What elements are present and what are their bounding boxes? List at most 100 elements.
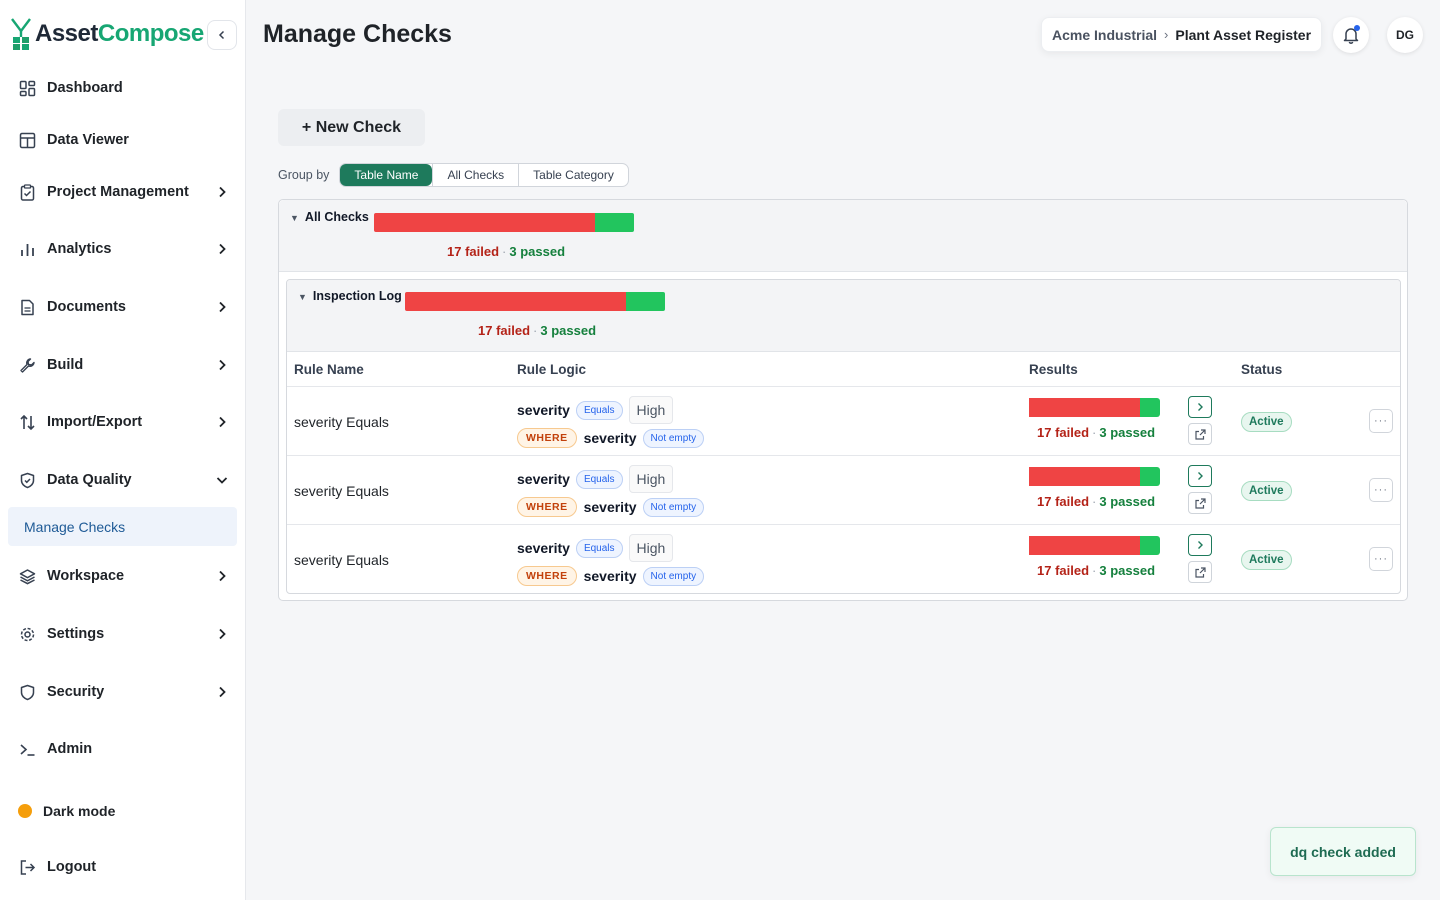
- sidebar-item-label: Project Management: [47, 184, 189, 200]
- chevron-right-icon: [219, 628, 226, 640]
- rule-name[interactable]: severity Equals: [294, 552, 389, 568]
- view-results-button[interactable]: [1188, 396, 1212, 418]
- group-title[interactable]: ▼ Inspection Log: [298, 289, 402, 303]
- failed-segment: [374, 213, 595, 232]
- group-header-all-checks[interactable]: ▼ All Checks 17 failed · 3 passed: [279, 200, 1407, 272]
- breadcrumb-org[interactable]: Acme Industrial: [1052, 27, 1157, 43]
- rule-name[interactable]: severity Equals: [294, 483, 389, 499]
- logo-text-part1: Asset: [35, 20, 98, 47]
- open-external-button[interactable]: [1188, 423, 1212, 445]
- status-badge: Active: [1241, 412, 1292, 432]
- app-logo[interactable]: AssetCompose: [10, 17, 204, 51]
- group-header-inspection-log[interactable]: ▼ Inspection Log 17 failed · 3 passed: [287, 280, 1400, 352]
- sidebar-item-label: Documents: [47, 299, 126, 315]
- where-operator-pill: Not empty: [642, 566, 705, 586]
- column-header-status[interactable]: Status: [1241, 362, 1282, 377]
- sidebar-item-settings[interactable]: Settings: [8, 615, 237, 653]
- sidebar-item-project-management[interactable]: Project Management: [8, 173, 237, 211]
- failed-segment: [1029, 398, 1141, 417]
- operator-pill: Equals: [575, 538, 623, 558]
- sidebar-item-label: Data Viewer: [47, 132, 129, 148]
- sidebar-item-security[interactable]: Security: [8, 673, 237, 711]
- dark-mode-label: Dark mode: [43, 803, 116, 819]
- wrench-icon: [18, 356, 36, 374]
- more-actions-button[interactable]: ···: [1369, 547, 1393, 571]
- logout-icon: [18, 858, 36, 876]
- column-header-rule-name[interactable]: Rule Name: [294, 362, 364, 377]
- result-progress-bar: [1029, 536, 1160, 555]
- rule-value: High: [628, 465, 674, 493]
- chevron-right-icon: [1198, 541, 1203, 549]
- rule-field: severity: [517, 540, 570, 556]
- external-link-icon: [1194, 497, 1206, 509]
- caret-down-icon: ▼: [290, 213, 299, 223]
- group-title[interactable]: ▼ All Checks: [290, 210, 369, 224]
- sidebar-item-build[interactable]: Build: [8, 346, 237, 384]
- passed-segment: [1140, 398, 1160, 417]
- column-header-rule-logic[interactable]: Rule Logic: [517, 362, 586, 377]
- sidebar: AssetCompose Dashboard Data Viewer Proje…: [0, 0, 246, 900]
- page-title: Manage Checks: [263, 20, 452, 48]
- passed-segment: [1140, 536, 1160, 555]
- column-header-results[interactable]: Results: [1029, 362, 1078, 377]
- open-external-button[interactable]: [1188, 561, 1212, 583]
- open-external-button[interactable]: [1188, 492, 1212, 514]
- rule-condition: severity Equals High: [517, 534, 674, 562]
- rule-condition: severity Equals High: [517, 465, 674, 493]
- layers-icon: [18, 567, 36, 585]
- sidebar-item-label: Import/Export: [47, 414, 143, 430]
- group-progress-bar: [374, 213, 634, 232]
- where-operator-pill: Not empty: [642, 428, 705, 448]
- operator-pill: Equals: [575, 400, 623, 420]
- sidebar-subitem-manage-checks[interactable]: Manage Checks: [8, 507, 237, 546]
- notifications-button[interactable]: [1333, 17, 1369, 53]
- group-option-table-category[interactable]: Table Category: [518, 164, 628, 186]
- rule-name[interactable]: severity Equals: [294, 414, 389, 430]
- sidebar-item-import-export[interactable]: Import/Export: [8, 403, 237, 441]
- chevron-left-icon: [218, 30, 225, 40]
- more-actions-button[interactable]: ···: [1369, 478, 1393, 502]
- view-results-button[interactable]: [1188, 534, 1212, 556]
- sidebar-item-data-viewer[interactable]: Data Viewer: [8, 121, 237, 159]
- group-by-label: Group by: [278, 168, 330, 182]
- chevron-right-icon: [219, 243, 226, 255]
- more-actions-button[interactable]: ···: [1369, 409, 1393, 433]
- notification-dot: [1354, 25, 1360, 31]
- sidebar-item-workspace[interactable]: Workspace: [8, 557, 237, 595]
- logout-button[interactable]: Logout: [8, 848, 237, 886]
- table-row: severity Equals severity Equals High WHE…: [287, 525, 1400, 593]
- result-stats: 17 failed · 3 passed: [1037, 425, 1156, 440]
- where-badge: WHERE: [517, 428, 577, 448]
- group-option-all-checks[interactable]: All Checks: [432, 164, 518, 186]
- new-check-button[interactable]: + New Check: [278, 109, 425, 146]
- collapse-sidebar-button[interactable]: [207, 20, 237, 50]
- rule-field: severity: [517, 402, 570, 418]
- sidebar-item-documents[interactable]: Documents: [8, 288, 237, 326]
- toast-notification: dq check added: [1270, 827, 1416, 876]
- group-by-segmented: Table Name All Checks Table Category: [339, 163, 629, 187]
- group-panel-inspection-log: ▼ Inspection Log 17 failed · 3 passed Rule …: [286, 279, 1401, 594]
- rule-where-clause: WHERE severity Not empty: [517, 497, 705, 517]
- rule-where-clause: WHERE severity Not empty: [517, 566, 705, 586]
- passed-segment: [595, 213, 634, 232]
- group-by-control: Group by Table Name All Checks Table Cat…: [278, 163, 629, 187]
- failed-segment: [1029, 467, 1141, 486]
- avatar[interactable]: DG: [1387, 17, 1423, 53]
- passed-segment: [626, 292, 665, 311]
- sidebar-item-label: Analytics: [47, 241, 112, 257]
- sidebar-item-admin[interactable]: Admin: [8, 730, 237, 768]
- rule-value: High: [628, 534, 674, 562]
- sun-icon: [18, 804, 32, 818]
- breadcrumb[interactable]: Acme Industrial › Plant Asset Register: [1041, 17, 1323, 52]
- sidebar-item-analytics[interactable]: Analytics: [8, 230, 237, 268]
- breadcrumb-project[interactable]: Plant Asset Register: [1175, 27, 1311, 43]
- group-option-table-name[interactable]: Table Name: [340, 164, 433, 186]
- view-results-button[interactable]: [1188, 465, 1212, 487]
- terminal-icon: [18, 740, 36, 758]
- where-operator-pill: Not empty: [642, 497, 705, 517]
- chevron-right-icon: [1198, 472, 1203, 480]
- sidebar-item-dashboard[interactable]: Dashboard: [8, 69, 237, 107]
- dark-mode-toggle[interactable]: Dark mode: [18, 803, 115, 819]
- sidebar-item-data-quality[interactable]: Data Quality: [8, 461, 237, 499]
- external-link-icon: [1194, 428, 1206, 440]
